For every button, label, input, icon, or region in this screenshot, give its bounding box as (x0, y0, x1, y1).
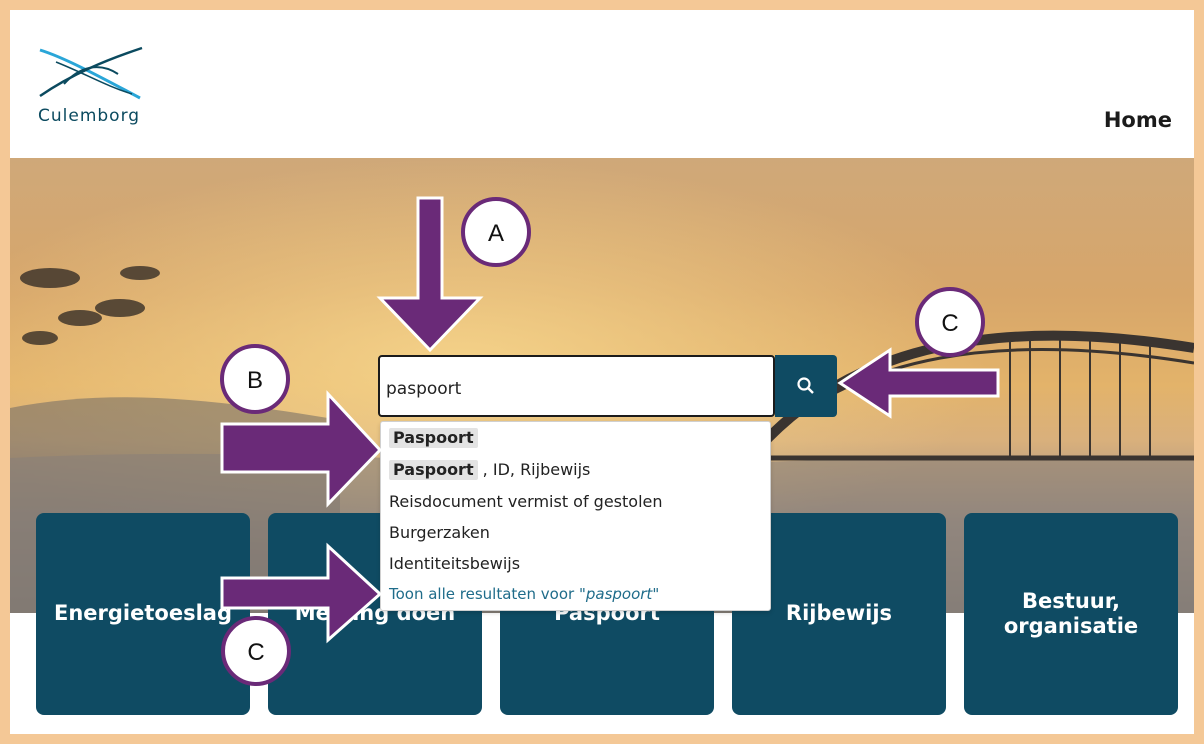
svg-text:B: B (247, 367, 263, 394)
badge-a: A (461, 197, 531, 267)
svg-text:A: A (488, 220, 504, 247)
svg-text:C: C (247, 639, 264, 666)
annotation-overlay: A B C C (220, 196, 1000, 686)
svg-text:C: C (941, 310, 958, 337)
badge-c-top: C (915, 287, 985, 357)
badge-b: B (220, 344, 290, 414)
arrow-c-top-icon (837, 347, 1000, 419)
page-frame: Culemborg Home paspoort Energietoeslag M… (10, 10, 1194, 734)
badge-c-bottom: C (221, 616, 291, 686)
